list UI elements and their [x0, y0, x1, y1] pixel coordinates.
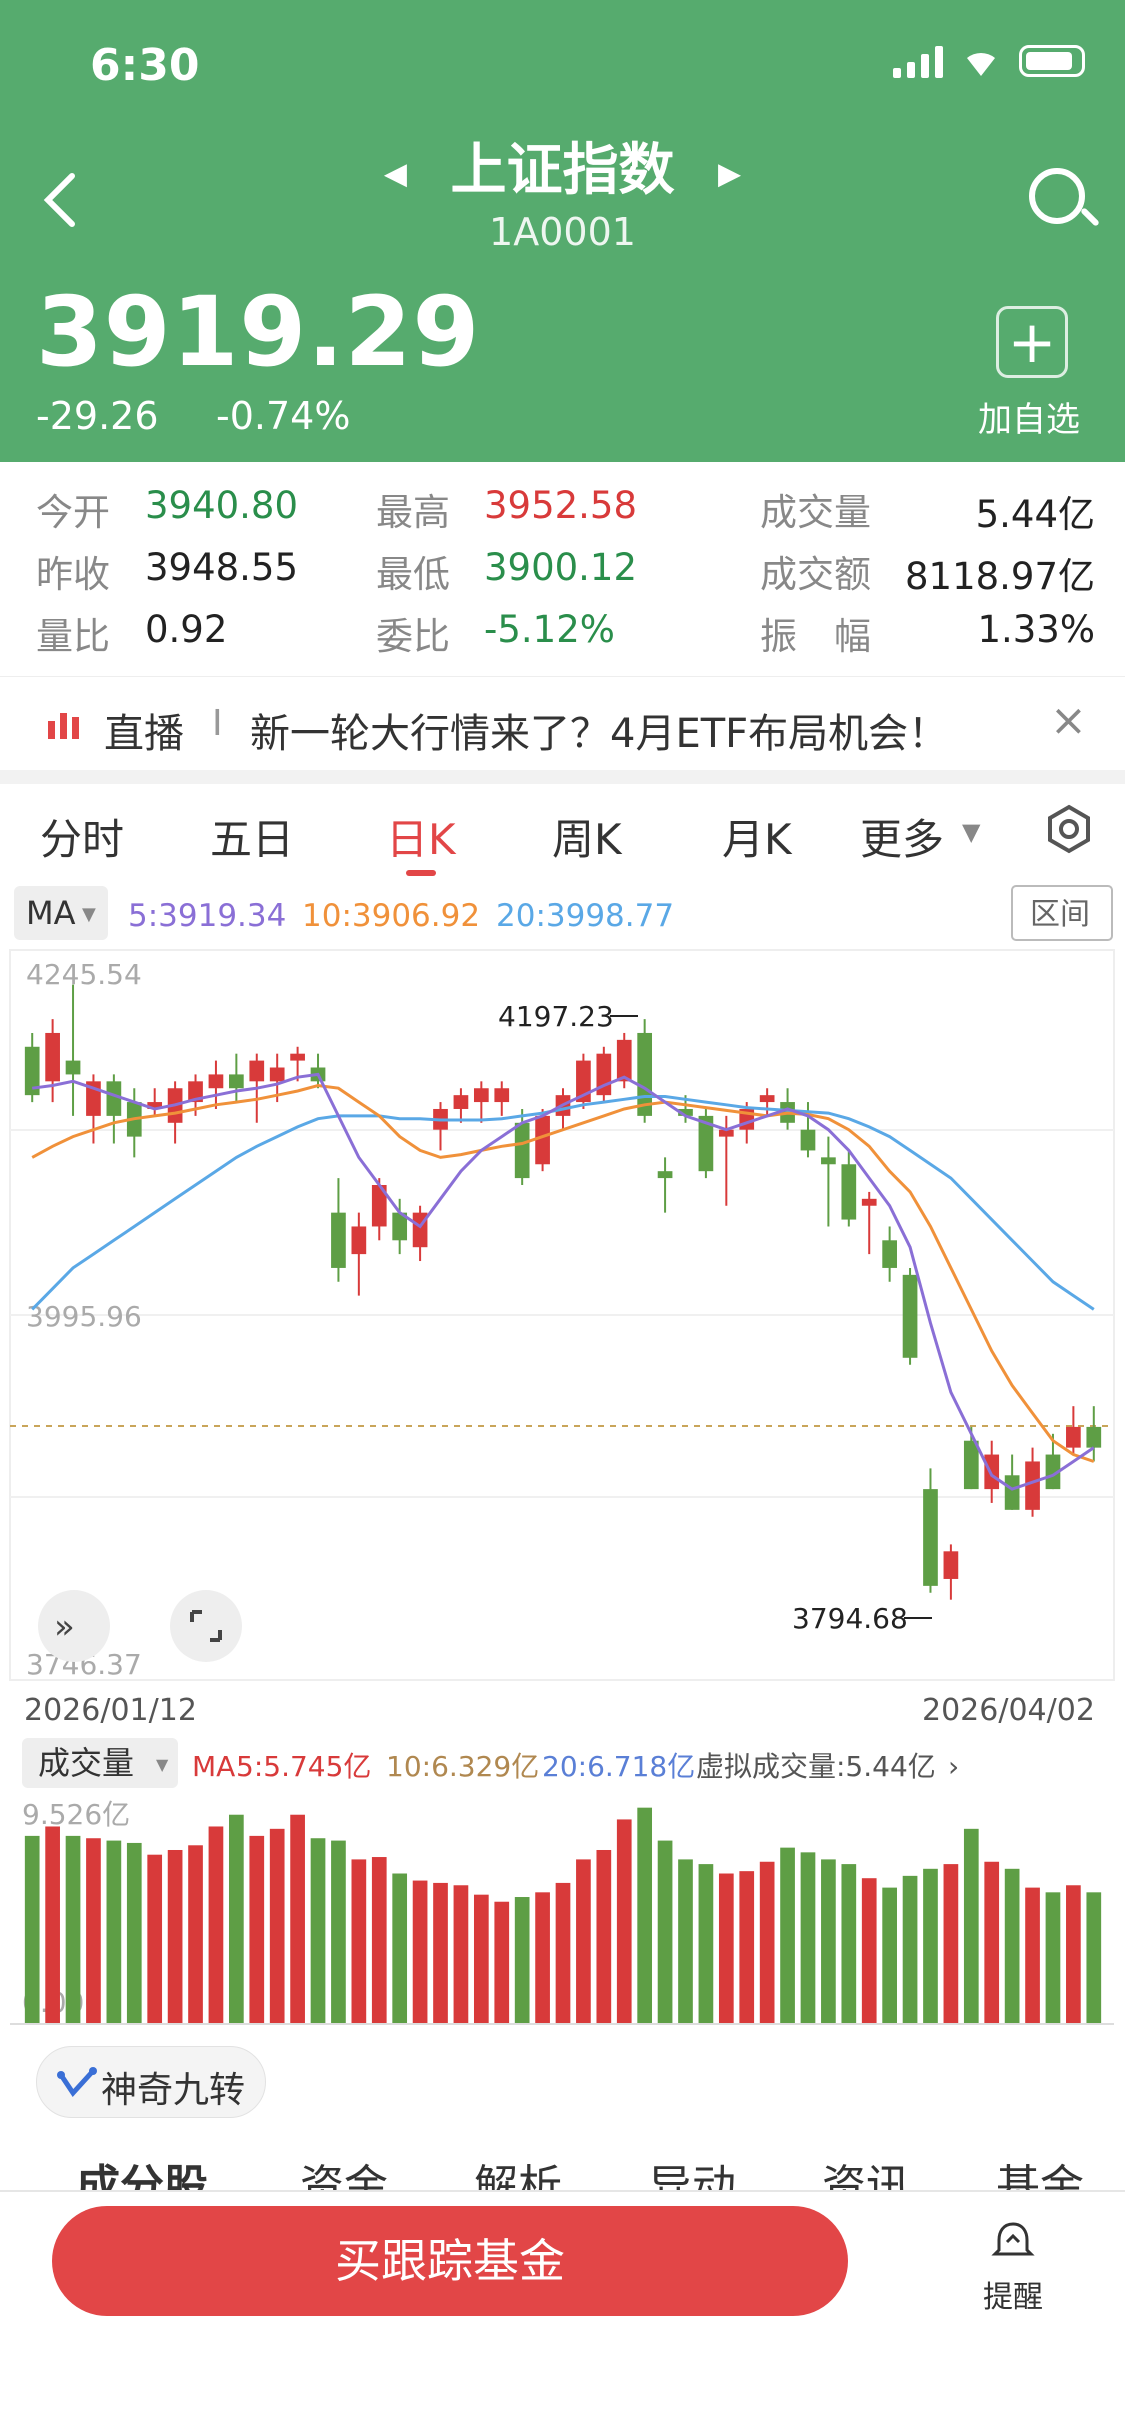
tab-funds-flow[interactable]: 资金	[300, 2150, 388, 2190]
remind-label: 提醒	[983, 2280, 1043, 2315]
bottom-tabs: 成分股 资金 解析 异动 资讯 基金	[0, 0, 1125, 2190]
buy-tracking-fund-button[interactable]: 买跟踪基金	[52, 2206, 848, 2316]
tab-news[interactable]: 资讯	[822, 2150, 910, 2190]
bell-icon	[991, 2222, 1035, 2256]
tab-movements[interactable]: 异动	[648, 2150, 736, 2190]
remind-button[interactable]: 提醒	[970, 2220, 1056, 2316]
tab-fund[interactable]: 基金	[996, 2150, 1084, 2190]
tab-constituents[interactable]: 成分股	[76, 2150, 208, 2190]
bottom-bar-divider	[0, 2190, 1125, 2192]
tab-analysis[interactable]: 解析	[474, 2150, 562, 2190]
